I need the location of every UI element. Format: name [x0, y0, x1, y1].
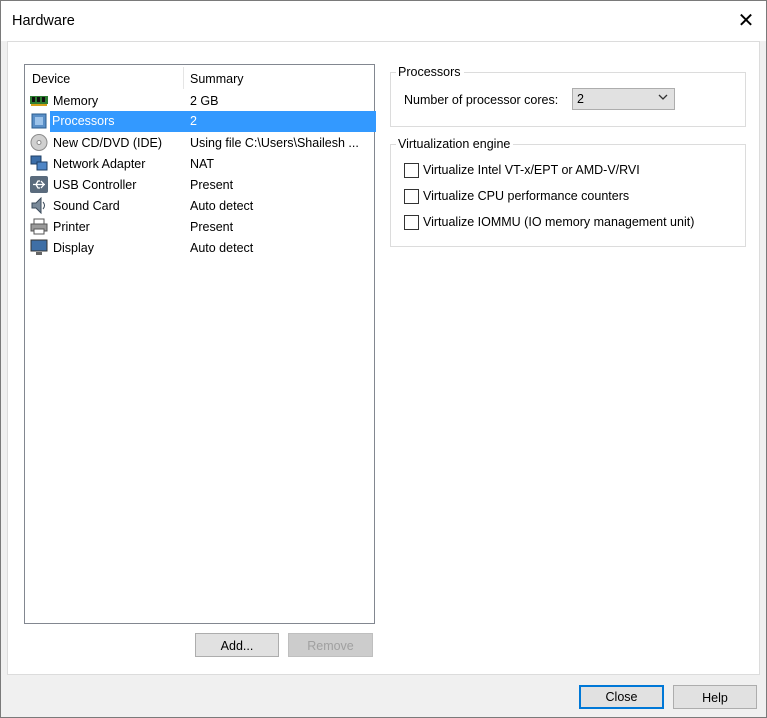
processor-icon [31, 113, 47, 129]
virtualization-engine-group-label: Virtualization engine [396, 137, 514, 151]
title-bar[interactable]: Hardware ✕ [1, 1, 766, 41]
device-name: Printer [53, 220, 90, 234]
device-row-memory[interactable]: Memory 2 GB [25, 90, 374, 111]
network-adapter-icon [30, 155, 48, 171]
add-button[interactable]: Add... [195, 633, 279, 657]
processor-cores-value: 2 [577, 92, 584, 106]
device-row-cd-dvd[interactable]: New CD/DVD (IDE) Using file C:\Users\Sha… [25, 132, 374, 153]
close-icon[interactable]: ✕ [732, 7, 760, 35]
device-name: Memory [53, 94, 99, 108]
virtualize-iommu-label[interactable]: Virtualize IOMMU (IO memory management u… [423, 215, 694, 229]
column-header-summary[interactable]: Summary [190, 72, 243, 86]
device-list[interactable]: Device Summary Memory 2 GB Processors 2 [24, 64, 376, 624]
printer-icon [30, 218, 48, 235]
virtualize-cpu-counters-label[interactable]: Virtualize CPU performance counters [423, 189, 629, 203]
window-title: Hardware [12, 13, 75, 29]
device-name: Display [53, 241, 94, 255]
device-row-sound-card[interactable]: Sound Card Auto detect [25, 195, 374, 216]
device-row-printer[interactable]: Printer Present [25, 216, 374, 237]
device-summary: Auto detect [190, 241, 254, 255]
device-name: Sound Card [53, 199, 120, 213]
device-summary: Present [190, 178, 234, 192]
device-row-usb-controller[interactable]: USB Controller Present [25, 174, 374, 195]
device-summary: Using file C:\Users\Shailesh ... [190, 136, 359, 150]
column-header-device[interactable]: Device [32, 72, 70, 86]
device-summary: Present [190, 220, 234, 234]
close-button[interactable]: Close [579, 685, 664, 709]
sound-card-icon [31, 197, 45, 214]
remove-button[interactable]: Remove [288, 633, 373, 657]
device-name: New CD/DVD (IDE) [53, 136, 163, 150]
device-summary: 2 [184, 111, 376, 132]
virtualize-cpu-counters-checkbox[interactable] [404, 189, 419, 204]
cd-dvd-icon [30, 134, 48, 151]
device-name: Network Adapter [53, 157, 146, 171]
processor-cores-label: Number of processor cores: [404, 93, 559, 107]
virtualize-iommu-checkbox[interactable] [404, 215, 419, 230]
device-row-processors[interactable]: Processors 2 [25, 111, 376, 132]
help-button[interactable]: Help [673, 685, 757, 709]
display-icon [30, 239, 48, 255]
device-summary: 2 GB [190, 94, 219, 108]
device-row-network-adapter[interactable]: Network Adapter NAT [25, 153, 374, 174]
device-name: Processors [50, 111, 188, 132]
device-summary: Auto detect [190, 199, 254, 213]
device-list-header: Device Summary [25, 65, 374, 89]
hardware-dialog: Hardware ✕ Device Summary Memory 2 GB Pr… [0, 0, 767, 718]
virtualize-vtx-checkbox[interactable] [404, 163, 419, 178]
usb-controller-icon [30, 176, 48, 193]
processors-group-label: Processors [396, 65, 464, 79]
device-name: USB Controller [53, 178, 137, 192]
memory-icon [30, 96, 48, 106]
virtualize-vtx-label[interactable]: Virtualize Intel VT-x/EPT or AMD-V/RVI [423, 163, 640, 177]
processor-cores-select[interactable]: 2 [572, 88, 675, 110]
chevron-down-icon [658, 93, 668, 104]
device-summary: NAT [190, 157, 215, 171]
device-row-display[interactable]: Display Auto detect [25, 237, 374, 258]
column-separator[interactable] [183, 67, 184, 89]
